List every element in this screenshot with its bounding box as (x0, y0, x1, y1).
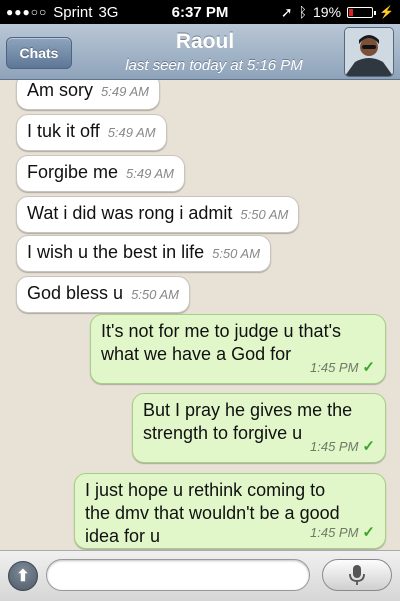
message-bubble-outgoing[interactable]: I just hope u rethink coming to the dmv … (74, 473, 386, 549)
network-label: 3G (98, 3, 119, 21)
message-input[interactable] (46, 559, 310, 591)
battery-percent: 19% (313, 4, 342, 20)
contact-avatar[interactable] (344, 27, 394, 77)
message-bubble-incoming[interactable]: I tuk it off 5:49 AM (16, 114, 167, 151)
signal-strength-icon: ●●●○○ (6, 5, 48, 19)
message-time: 5:49 AM (126, 166, 174, 181)
battery-level-fill (349, 8, 354, 16)
message-time: 1:45 PM (310, 360, 359, 375)
message-time: 5:50 AM (131, 287, 179, 302)
nav-bar: Chats Raoul last seen today at 5:16 PM (0, 24, 400, 80)
message-bubble-incoming[interactable]: Wat i did was rong i admit 5:50 AM (16, 196, 300, 233)
message-text: God bless u (27, 283, 124, 303)
message-text: Wat i did was rong i admit (27, 203, 233, 223)
message-text: I wish u the best in life (27, 242, 205, 262)
message-bubble-incoming[interactable]: Forgibe me 5:49 AM (16, 155, 185, 192)
message-bubble-outgoing[interactable]: But I pray he gives me the strength to f… (132, 393, 386, 463)
delivered-check-icon: ✓ (362, 524, 375, 541)
chats-back-button[interactable]: Chats (6, 37, 72, 69)
message-text-line: I just hope u rethink coming to (85, 480, 326, 500)
contact-name[interactable]: Raoul (80, 30, 330, 54)
battery-icon (347, 6, 377, 18)
back-button-label: Chats (19, 45, 59, 61)
message-text: Forgibe me (27, 162, 119, 182)
last-seen-status: last seen today at 5:16 PM (125, 57, 303, 74)
message-time: 5:50 AM (240, 207, 289, 222)
attach-button[interactable]: ⬆ (8, 561, 38, 591)
charging-bolt-icon: ⚡ (379, 5, 394, 19)
avatar-photo-icon (345, 28, 393, 76)
message-list[interactable]: Am sory 5:49 AM I tuk it off 5:49 AM Forgi… (0, 80, 400, 550)
voice-record-button[interactable] (322, 559, 392, 591)
message-text: I tuk it off (27, 121, 100, 141)
bluetooth-icon: ᛒ (298, 4, 308, 20)
message-time: 5:50 AM (212, 246, 261, 261)
message-bubble-incoming[interactable]: Am sory 5:49 AM (16, 80, 160, 110)
microphone-icon (349, 565, 365, 585)
composer-bar: ⬆ (0, 550, 400, 601)
message-text: Am sory (27, 80, 94, 100)
upload-arrow-icon: ⬆ (16, 568, 30, 585)
delivered-check-icon: ✓ (362, 359, 375, 376)
message-text-line: But I pray he gives me the (143, 400, 353, 420)
message-time: 1:45 PM (310, 525, 359, 540)
location-arrow-icon: ➚ (280, 3, 293, 20)
message-text-line: It's not for me to judge u that's (101, 321, 342, 341)
message-time: 5:49 AM (101, 84, 149, 99)
message-bubble-incoming[interactable]: I wish u the best in life 5:50 AM (16, 235, 272, 272)
message-bubble-incoming[interactable]: God bless u 5:50 AM (16, 276, 190, 313)
status-bar: ●●●○○ Sprint 3G 6:37 PM ➚ ᛒ 19% ⚡ (0, 0, 400, 24)
delivered-check-icon: ✓ (362, 438, 375, 455)
message-time: 5:49 AM (107, 125, 156, 140)
message-time: 1:45 PM (310, 439, 359, 454)
message-bubble-outgoing[interactable]: It's not for me to judge u that's what w… (90, 314, 386, 384)
carrier-label: Sprint (53, 3, 93, 21)
